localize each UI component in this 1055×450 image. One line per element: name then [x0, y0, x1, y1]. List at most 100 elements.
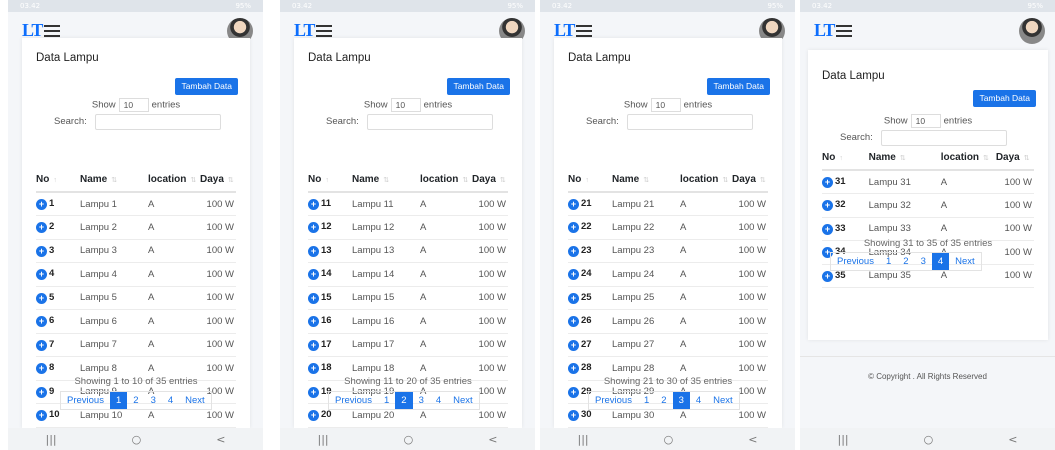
hamburger-menu-icon[interactable]	[44, 25, 60, 37]
back-button[interactable]: <	[216, 433, 225, 446]
search-input[interactable]	[881, 130, 1007, 146]
expand-plus-icon[interactable]: +	[308, 363, 319, 375]
brand-logo[interactable]: LT	[814, 20, 835, 41]
expand-plus-icon[interactable]: +	[568, 245, 579, 257]
expand-plus-icon[interactable]: +	[36, 316, 47, 328]
expand-plus-icon[interactable]: +	[822, 177, 833, 188]
search-input[interactable]	[95, 114, 221, 130]
column-header-location[interactable]: location ⇅	[940, 146, 996, 171]
page-link-previous[interactable]: Previous	[589, 392, 638, 409]
expand-plus-icon[interactable]: +	[308, 410, 319, 422]
page-link-next[interactable]: Next	[707, 392, 739, 409]
entries-select[interactable]: 10	[910, 114, 941, 128]
expand-plus-icon[interactable]: +	[308, 269, 319, 281]
row-number[interactable]: +13	[308, 239, 352, 263]
hamburger-menu-icon[interactable]	[836, 25, 852, 37]
row-number[interactable]: +26	[568, 309, 612, 334]
hamburger-menu-icon[interactable]	[576, 25, 592, 37]
home-button[interactable]: ○	[132, 433, 142, 446]
column-header-name[interactable]: Name ⇅	[352, 168, 420, 193]
expand-plus-icon[interactable]: +	[308, 222, 319, 234]
expand-plus-icon[interactable]: +	[822, 200, 833, 212]
page-link-next[interactable]: Next	[179, 392, 211, 409]
expand-plus-icon[interactable]: +	[568, 199, 579, 210]
recents-button[interactable]: |||	[318, 433, 329, 446]
column-header-location[interactable]: location ⇅	[680, 168, 732, 193]
column-header-no[interactable]: No ↑	[36, 168, 80, 193]
page-link-2[interactable]: 2	[127, 392, 144, 409]
column-header-daya[interactable]: Daya ⇅	[995, 146, 1034, 171]
row-number[interactable]: +22	[568, 215, 612, 240]
row-number[interactable]: +16	[308, 309, 352, 334]
home-button[interactable]: ○	[404, 433, 414, 446]
row-number[interactable]: +23	[568, 239, 612, 263]
column-header-location[interactable]: location ⇅	[148, 168, 200, 193]
expand-plus-icon[interactable]: +	[36, 245, 47, 257]
row-number[interactable]: +24	[568, 262, 612, 287]
expand-plus-icon[interactable]: +	[308, 339, 319, 351]
row-number[interactable]: +7	[36, 333, 80, 357]
row-number[interactable]: +21	[568, 192, 612, 216]
search-input[interactable]	[627, 114, 753, 130]
recents-button[interactable]: |||	[578, 433, 589, 446]
expand-plus-icon[interactable]: +	[568, 339, 579, 351]
column-header-name[interactable]: Name ⇅	[868, 146, 941, 171]
back-button[interactable]: <	[488, 433, 497, 446]
expand-plus-icon[interactable]: +	[568, 269, 579, 281]
column-header-daya[interactable]: Daya ⇅	[472, 168, 508, 193]
row-number[interactable]: +15	[308, 286, 352, 310]
entries-select[interactable]: 10	[650, 98, 681, 112]
expand-plus-icon[interactable]: +	[568, 222, 579, 234]
page-link-previous[interactable]: Previous	[831, 253, 880, 270]
expand-plus-icon[interactable]: +	[822, 270, 833, 282]
column-header-name[interactable]: Name ⇅	[80, 168, 148, 193]
expand-plus-icon[interactable]: +	[36, 199, 47, 210]
row-number[interactable]: +33	[822, 217, 869, 241]
home-button[interactable]: ○	[924, 433, 934, 446]
row-number[interactable]: +11	[308, 192, 352, 216]
recents-button[interactable]: |||	[838, 433, 849, 446]
page-link-1[interactable]: 1	[880, 253, 897, 270]
expand-plus-icon[interactable]: +	[308, 199, 319, 210]
page-link-4[interactable]: 4	[430, 392, 447, 409]
entries-select[interactable]: 10	[118, 98, 149, 112]
add-data-button[interactable]: Tambah Data	[447, 78, 510, 95]
expand-plus-icon[interactable]: +	[36, 292, 47, 304]
page-link-2[interactable]: 2	[655, 392, 672, 409]
expand-plus-icon[interactable]: +	[568, 410, 579, 422]
expand-plus-icon[interactable]: +	[568, 386, 579, 398]
expand-plus-icon[interactable]: +	[568, 292, 579, 304]
expand-plus-icon[interactable]: +	[308, 292, 319, 304]
add-data-button[interactable]: Tambah Data	[707, 78, 770, 95]
expand-plus-icon[interactable]: +	[36, 363, 47, 375]
user-avatar[interactable]	[1019, 18, 1045, 44]
page-link-3[interactable]: 3	[915, 253, 932, 270]
page-link-4[interactable]: 4	[690, 392, 707, 409]
column-header-no[interactable]: No ↑	[308, 168, 352, 193]
page-link-1[interactable]: 1	[378, 392, 395, 409]
column-header-location[interactable]: location ⇅	[420, 168, 472, 193]
row-number[interactable]: +5	[36, 286, 80, 310]
column-header-no[interactable]: No ↑	[822, 146, 869, 171]
page-link-4[interactable]: 4	[162, 392, 179, 409]
expand-plus-icon[interactable]: +	[36, 386, 47, 398]
add-data-button[interactable]: Tambah Data	[175, 78, 238, 95]
expand-plus-icon[interactable]: +	[308, 386, 319, 398]
page-link-3[interactable]: 3	[145, 392, 162, 409]
expand-plus-icon[interactable]: +	[308, 316, 319, 328]
row-number[interactable]: +31	[822, 170, 869, 194]
hamburger-menu-icon[interactable]	[316, 25, 332, 37]
column-header-daya[interactable]: Daya ⇅	[200, 168, 236, 193]
expand-plus-icon[interactable]: +	[36, 410, 47, 422]
expand-plus-icon[interactable]: +	[36, 269, 47, 281]
row-number[interactable]: +1	[36, 192, 80, 216]
back-button[interactable]: <	[1008, 433, 1017, 446]
page-link-3[interactable]: 3	[413, 392, 430, 409]
column-header-no[interactable]: No ↑	[568, 168, 612, 193]
page-link-4[interactable]: 4	[931, 253, 950, 270]
page-link-1[interactable]: 1	[109, 392, 128, 409]
expand-plus-icon[interactable]: +	[568, 363, 579, 375]
row-number[interactable]: +14	[308, 262, 352, 287]
page-link-previous[interactable]: Previous	[61, 392, 110, 409]
search-input[interactable]	[367, 114, 493, 130]
